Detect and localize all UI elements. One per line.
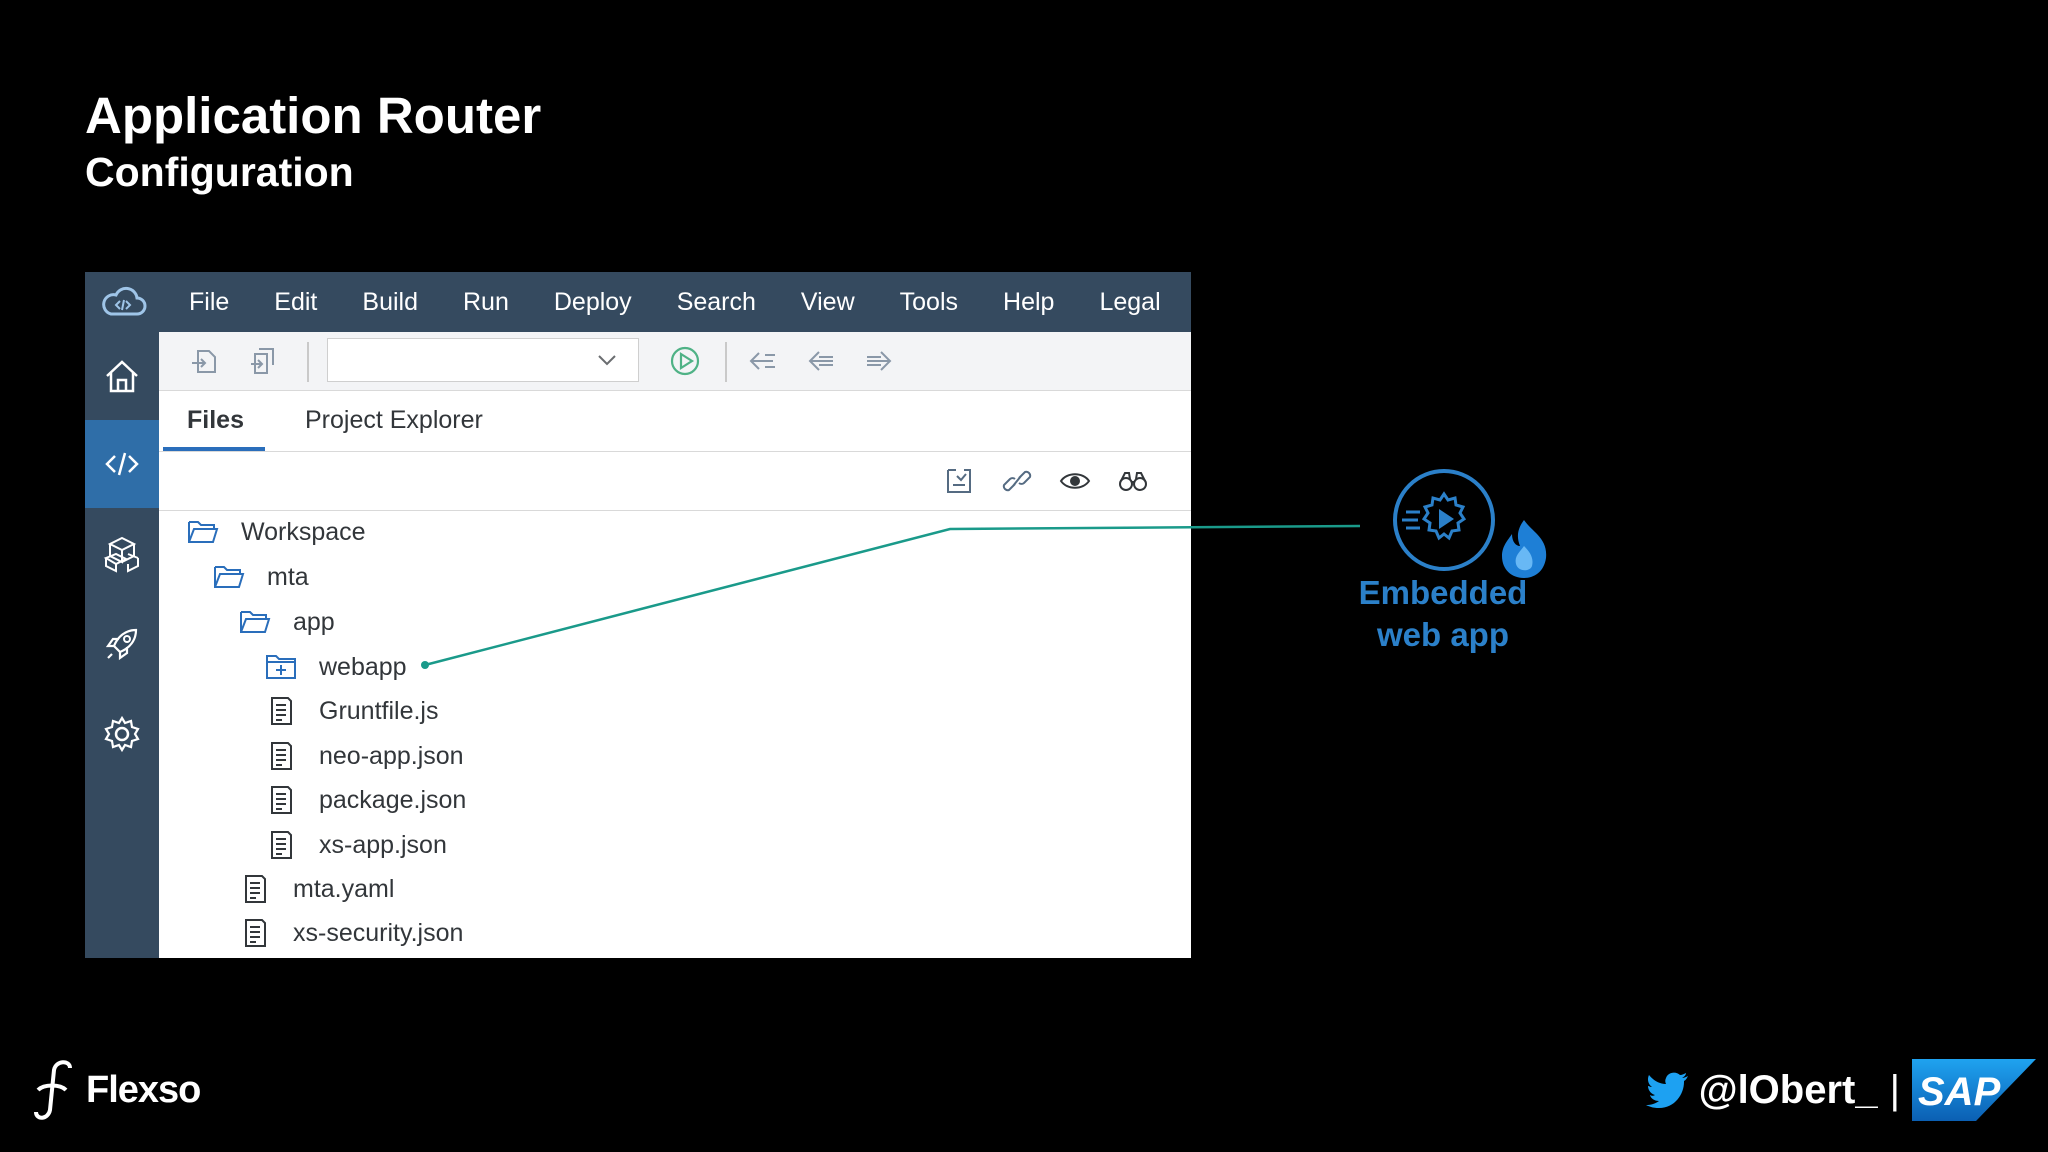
link-with-editor-icon[interactable] bbox=[1001, 466, 1033, 496]
ide-toolbar bbox=[159, 332, 1191, 391]
run-icon[interactable] bbox=[669, 345, 701, 377]
ide-menubar: File Edit Build Run Deploy Search View T… bbox=[85, 272, 1191, 332]
menu-legal[interactable]: Legal bbox=[1099, 288, 1160, 317]
menu-edit[interactable]: Edit bbox=[274, 288, 317, 317]
sidebar-development[interactable] bbox=[85, 420, 159, 508]
tab-files[interactable]: Files bbox=[187, 391, 244, 449]
file-icon bbox=[271, 786, 292, 814]
chevron-down-icon bbox=[598, 355, 616, 366]
flexso-wordmark: Flexso bbox=[86, 1068, 201, 1111]
arrow-left-icon[interactable] bbox=[805, 345, 837, 377]
toolbar-separator bbox=[307, 342, 309, 382]
tree-item-label: Gruntfile.js bbox=[319, 696, 439, 725]
run-configuration-select[interactable] bbox=[327, 338, 639, 382]
tree-item-workspace[interactable]: Workspace bbox=[187, 512, 366, 552]
show-hidden-icon[interactable] bbox=[1059, 466, 1091, 496]
embedded-web-app-label: Embedded web app bbox=[1318, 572, 1568, 656]
sidebar-components[interactable] bbox=[85, 510, 159, 598]
tree-item-label: Workspace bbox=[241, 517, 366, 546]
tree-item-gruntfile[interactable]: Gruntfile.js bbox=[265, 691, 438, 731]
active-tab-indicator bbox=[163, 447, 265, 451]
gear-icon bbox=[104, 715, 140, 753]
sidebar-deploy[interactable] bbox=[85, 600, 159, 688]
web-ide-window: File Edit Build Run Deploy Search View T… bbox=[85, 272, 1191, 958]
import-icon[interactable] bbox=[189, 345, 221, 377]
tree-item-webapp[interactable]: webapp bbox=[265, 647, 407, 687]
folder-open-icon bbox=[214, 566, 245, 588]
menu-list: File Edit Build Run Deploy Search View T… bbox=[189, 272, 1191, 332]
footer-social: @lObert_ | SAP bbox=[1645, 1058, 2036, 1122]
tree-item-label: xs-security.json bbox=[293, 918, 464, 947]
cloud-code-icon[interactable] bbox=[99, 286, 147, 318]
footer-separator: | bbox=[1889, 1067, 1900, 1112]
folder-open-icon bbox=[240, 611, 271, 633]
tree-item-mta[interactable]: mta bbox=[213, 557, 309, 597]
arrow-right-icon[interactable] bbox=[863, 345, 895, 377]
explorer-tabs: Files Project Explorer bbox=[159, 391, 1191, 452]
code-icon bbox=[105, 452, 139, 476]
menu-run[interactable]: Run bbox=[463, 288, 509, 317]
sidebar-settings[interactable] bbox=[85, 690, 159, 778]
tab-project-explorer[interactable]: Project Explorer bbox=[305, 391, 483, 449]
tree-item-neo-app-json[interactable]: neo-app.json bbox=[265, 736, 464, 776]
twitter-handle: @lObert_ bbox=[1698, 1067, 1878, 1112]
menu-tools[interactable]: Tools bbox=[900, 288, 958, 317]
menu-deploy[interactable]: Deploy bbox=[554, 288, 632, 317]
menu-help[interactable]: Help bbox=[1003, 288, 1054, 317]
tree-item-label: mta bbox=[267, 562, 309, 591]
tree-item-label: package.json bbox=[319, 785, 467, 814]
slide-title: Application Router bbox=[85, 87, 542, 144]
cubes-icon bbox=[103, 536, 139, 573]
embedded-web-app-icon bbox=[1393, 469, 1495, 571]
sap-logo: SAP bbox=[1912, 1059, 2036, 1121]
sidebar-home[interactable] bbox=[85, 332, 159, 420]
file-icon bbox=[271, 742, 292, 770]
flexso-brand: Flexso bbox=[30, 1058, 201, 1122]
tree-item-label: webapp bbox=[319, 652, 407, 681]
menu-build[interactable]: Build bbox=[362, 288, 418, 317]
tree-item-label: xs-app.json bbox=[319, 830, 447, 859]
menu-file[interactable]: File bbox=[189, 288, 229, 317]
collapse-all-icon[interactable] bbox=[943, 466, 975, 496]
twitter-icon bbox=[1645, 1072, 1688, 1108]
export-icon[interactable] bbox=[247, 345, 279, 377]
folder-open-icon bbox=[188, 521, 219, 543]
tree-item-label: mta.yaml bbox=[293, 874, 395, 903]
tree-item-xs-security-json[interactable]: xs-security.json bbox=[239, 913, 463, 953]
tree-item-app[interactable]: app bbox=[239, 602, 335, 642]
tree-item-xs-app-json[interactable]: xs-app.json bbox=[265, 825, 447, 865]
toolbar-separator bbox=[725, 342, 727, 382]
callout-line-1: Embedded bbox=[1358, 574, 1528, 611]
file-icon bbox=[245, 875, 266, 903]
flexso-logo-icon bbox=[34, 1060, 72, 1120]
search-binoculars-icon[interactable] bbox=[1117, 466, 1149, 496]
ide-sidebar bbox=[85, 332, 159, 958]
svg-text:SAP: SAP bbox=[1918, 1070, 2001, 1114]
file-icon bbox=[245, 919, 266, 947]
file-icon bbox=[271, 697, 292, 725]
rocket-icon bbox=[105, 628, 138, 661]
tree-item-package-json[interactable]: package.json bbox=[265, 780, 466, 820]
menu-view[interactable]: View bbox=[801, 288, 855, 317]
file-icon bbox=[271, 831, 292, 859]
home-icon bbox=[106, 360, 138, 393]
tree-item-label: app bbox=[293, 607, 335, 636]
tree-item-label: neo-app.json bbox=[319, 741, 464, 770]
menu-search[interactable]: Search bbox=[677, 288, 756, 317]
flame-badge-icon bbox=[1502, 520, 1547, 578]
slide-subtitle: Configuration bbox=[85, 149, 354, 195]
folder-module-icon bbox=[266, 655, 296, 679]
callout-line-2: web app bbox=[1376, 616, 1510, 653]
tree-item-mta-yaml[interactable]: mta.yaml bbox=[239, 869, 394, 909]
file-tree-toolbar bbox=[159, 452, 1191, 511]
back-list-icon[interactable] bbox=[747, 345, 779, 377]
